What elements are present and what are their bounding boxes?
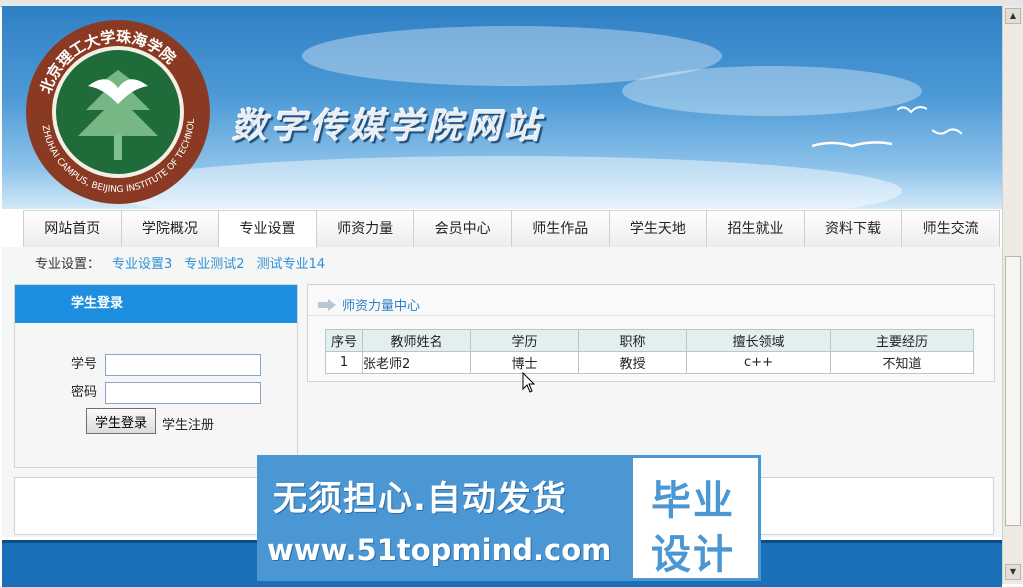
watermark-badge-line2: 设计 [651,532,735,578]
vertical-scrollbar[interactable]: ▲ ▼ [1002,6,1023,584]
nav-item-works[interactable]: 师生作品 [511,211,610,247]
cell-degree: 博士 [470,351,579,374]
password-row: 密码 [71,381,262,404]
table-header-row: 序号 教师姓名 学历 职称 擅长领域 主要经历 [325,329,974,352]
seagull-icon [897,106,927,114]
site-title: 数字传媒学院网站 [232,106,545,147]
university-logo[interactable]: 北京理工大学珠海学院 ZHUHAI CAMPUS, BEIJING INSTIT… [24,18,212,206]
scroll-up-icon[interactable]: ▲ [1005,8,1021,24]
faculty-panel-header: 师资力量中心 [318,295,420,314]
breadcrumb: 专业设置： 专业设置3 专业测试2 测试专业14 [35,253,325,272]
nav-item-faculty[interactable]: 师资力量 [316,211,415,247]
watermark-badge-line1: 毕业 [651,478,735,524]
student-id-row: 学号 [71,353,262,376]
cell-experience: 不知道 [830,351,974,374]
scrollbar-thumb[interactable] [1005,256,1021,526]
watermark-slogan: 无须担心.自动发货 [273,479,567,519]
password-label: 密码 [71,385,98,400]
main-nav: 网站首页 学院概况 专业设置 师资力量 会员中心 师生作品 学生天地 招生就业 … [23,210,1000,248]
breadcrumb-link-major-test-2[interactable]: 专业测试2 [184,253,244,272]
mouse-cursor-icon [522,372,536,393]
seagull-icon [932,128,962,135]
watermark-url: www.51topmind.com [267,533,612,567]
column-header-index: 序号 [325,329,363,352]
scroll-down-icon[interactable]: ▼ [1005,564,1021,580]
seagull-icon [812,141,892,148]
breadcrumb-prefix: 专业设置： [35,257,101,272]
nav-item-downloads[interactable]: 资料下载 [804,211,903,247]
faculty-panel-title: 师资力量中心 [342,299,421,314]
column-header-expertise: 擅长领域 [686,329,831,352]
student-id-label: 学号 [71,357,98,372]
watermark-left: 无须担心.自动发货 www.51topmind.com [257,455,630,581]
student-id-input[interactable] [105,353,262,376]
nav-item-college-overview[interactable]: 学院概况 [121,211,220,247]
site-header-banner: 北京理工大学珠海学院 ZHUHAI CAMPUS, BEIJING INSTIT… [2,6,1002,209]
nav-item-exchange[interactable]: 师生交流 [902,211,1000,247]
student-register-link[interactable]: 学生注册 [162,414,214,433]
login-panel-title: 学生登录 [15,285,297,323]
breadcrumb-link-test-major-14[interactable]: 测试专业14 [257,253,326,272]
table-row: 1 张老师2 博士 教授 c++ 不知道 [325,351,974,374]
faculty-center-panel: 师资力量中心 序号 教师姓名 学历 职称 擅长领域 主要经历 1 张老师2 博士… [307,284,995,382]
cell-title: 教授 [578,351,687,374]
nav-item-student-world[interactable]: 学生天地 [609,211,708,247]
column-header-title: 职称 [578,329,687,352]
column-header-teacher-name: 教师姓名 [362,329,471,352]
header-cloud [622,66,922,116]
faculty-table: 序号 教师姓名 学历 职称 擅长领域 主要经历 1 张老师2 博士 教授 c++… [325,329,974,374]
watermark-badge: 毕业 设计 [630,455,761,581]
watermark-overlay: 无须担心.自动发货 www.51topmind.com 毕业 设计 [257,455,765,581]
nav-item-home[interactable]: 网站首页 [23,211,122,247]
student-login-panel: 学生登录 学号 密码 学生登录 学生注册 [14,284,298,468]
nav-item-majors[interactable]: 专业设置 [219,211,317,247]
breadcrumb-link-major-3[interactable]: 专业设置3 [112,253,172,272]
arrow-right-icon [318,298,336,311]
column-header-degree: 学历 [470,329,579,352]
cell-teacher-name[interactable]: 张老师2 [362,351,471,374]
cell-expertise: c++ [686,351,831,374]
nav-item-member-center[interactable]: 会员中心 [414,211,512,247]
nav-item-admission[interactable]: 招生就业 [707,211,805,247]
cell-index: 1 [325,351,363,374]
divider [308,315,994,316]
header-cloud [102,156,902,209]
student-login-button[interactable]: 学生登录 [86,408,156,434]
column-header-experience: 主要经历 [830,329,974,352]
password-input[interactable] [105,381,262,404]
